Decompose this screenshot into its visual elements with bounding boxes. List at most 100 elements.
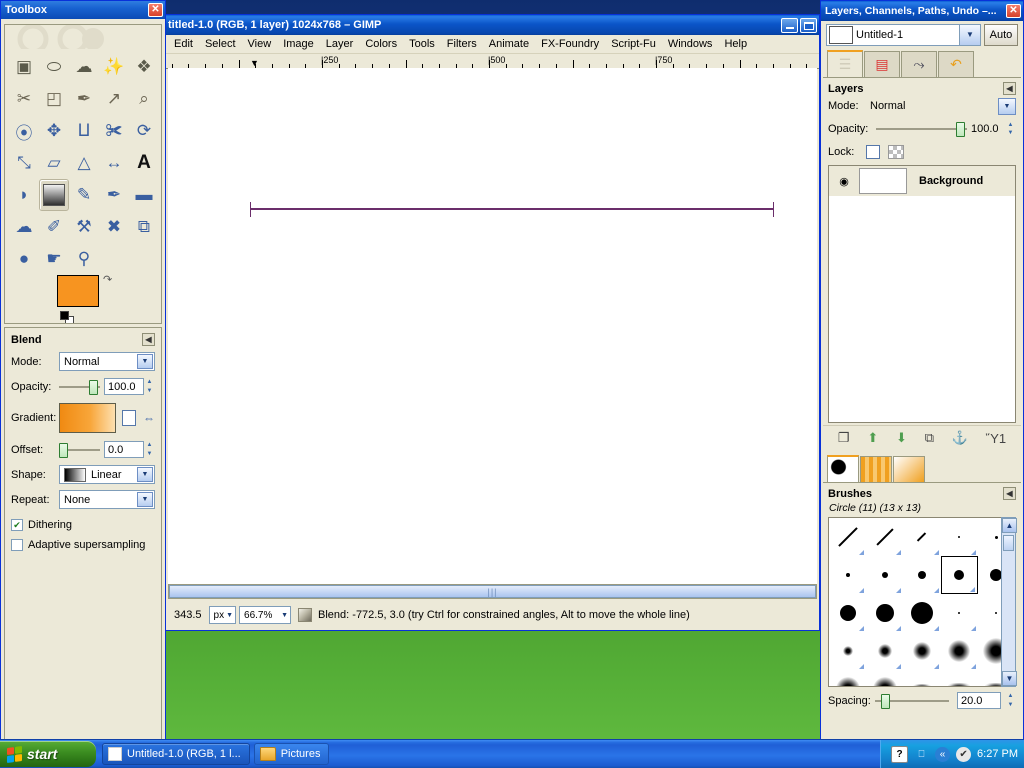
duplicate-layer-button[interactable]: ⧉	[925, 430, 934, 446]
heal-icon[interactable]: ✖	[99, 211, 129, 243]
swap-colors-icon[interactable]: ↷	[103, 273, 112, 286]
brush-cell[interactable]	[829, 556, 866, 594]
bucket-fill-icon[interactable]: ◗	[9, 179, 39, 211]
brush-cell[interactable]	[941, 632, 978, 670]
flip-icon[interactable]: ↔	[99, 147, 129, 179]
menu-edit[interactable]: Edit	[168, 37, 199, 51]
rotate-icon[interactable]: ⟳	[129, 115, 159, 147]
scissors-select-icon[interactable]: ✂	[9, 83, 39, 115]
eraser-icon[interactable]: ▬	[129, 179, 159, 211]
menu-fx-foundry[interactable]: FX-Foundry	[535, 37, 605, 51]
menu-select[interactable]: Select	[199, 37, 242, 51]
brush-cell[interactable]	[829, 594, 866, 632]
help-icon[interactable]: ?	[891, 745, 909, 763]
start-button[interactable]: start	[0, 741, 96, 767]
collapse-icon[interactable]: ◀	[1003, 487, 1016, 500]
dodge-burn-icon[interactable]: ⚲	[69, 243, 99, 275]
toolbox-title-bar[interactable]: Toolbox ✕	[1, 1, 165, 19]
clone-icon[interactable]: ⚒	[69, 211, 99, 243]
chevron-down-icon[interactable]: ▼	[137, 492, 153, 507]
spacing-stepper[interactable]: ▲ ▼	[1005, 692, 1016, 709]
chevron-down-icon[interactable]: ▼	[137, 354, 153, 369]
menu-view[interactable]: View	[242, 37, 278, 51]
brush-cell[interactable]	[866, 556, 903, 594]
gradient-select-button[interactable]	[121, 410, 136, 426]
anchor-layer-button[interactable]: ⚓	[952, 430, 968, 446]
collapse-icon[interactable]: ◀	[1003, 82, 1016, 95]
brush-cell[interactable]	[941, 594, 978, 632]
canvas-viewport[interactable]	[168, 68, 817, 595]
blend-repeat-select[interactable]: None ▼	[59, 490, 155, 509]
tab-patterns[interactable]	[860, 456, 892, 482]
blend-opacity-stepper[interactable]: ▲ ▼	[144, 378, 155, 395]
paths-icon[interactable]: ✒	[69, 83, 99, 115]
brush-cell[interactable]	[866, 594, 903, 632]
maximize-button[interactable]	[800, 17, 817, 33]
lower-layer-button[interactable]: ⬇	[896, 430, 907, 446]
menu-filters[interactable]: Filters	[441, 37, 483, 51]
blend-mode-select[interactable]: Normal ▼	[59, 352, 155, 371]
foreground-select-icon[interactable]: ◰	[39, 83, 69, 115]
clock[interactable]: 6:27 PM	[977, 748, 1018, 760]
measure-icon[interactable]: ⦿	[9, 115, 39, 147]
taskitem-gimp[interactable]: Untitled-1.0 (RGB, 1 l...	[102, 743, 250, 765]
layer-opacity-slider[interactable]	[876, 122, 967, 137]
tab-paths[interactable]: ⤳	[901, 51, 937, 77]
tab-gradients[interactable]	[893, 456, 925, 482]
paintbrush-icon[interactable]: ✒	[99, 179, 129, 211]
adaptive-supersampling-row[interactable]: Adaptive supersampling	[11, 539, 155, 551]
blend-opacity-slider[interactable]	[59, 379, 100, 395]
scroll-down-button[interactable]: ▼	[1002, 671, 1017, 686]
spacing-value[interactable]: 20.0	[957, 692, 1001, 709]
menu-animate[interactable]: Animate	[483, 37, 535, 51]
reverse-gradient-icon[interactable]: ⇔	[143, 411, 155, 425]
chevron-down-icon[interactable]: ▼	[959, 25, 980, 45]
crop-icon[interactable]: ✀	[99, 115, 129, 147]
foreground-color-swatch[interactable]	[57, 275, 99, 307]
menu-colors[interactable]: Colors	[359, 37, 403, 51]
blend-offset-stepper[interactable]: ▲ ▼	[144, 441, 155, 458]
menu-script-fu[interactable]: Script-Fu	[605, 37, 662, 51]
menu-windows[interactable]: Windows	[662, 37, 719, 51]
close-icon[interactable]: ✕	[1006, 4, 1021, 18]
network-icon[interactable]: ⎕	[914, 747, 929, 762]
pencil-icon[interactable]: ✎	[69, 179, 99, 211]
text-icon[interactable]: A	[129, 147, 159, 179]
brush-cell[interactable]	[903, 632, 940, 670]
brush-cell[interactable]	[829, 518, 866, 556]
color-picker-icon[interactable]: ↗	[99, 83, 129, 115]
ink-icon[interactable]: ✐	[39, 211, 69, 243]
dock-title-bar[interactable]: Layers, Channels, Paths, Undo –... ✕	[821, 1, 1023, 21]
scrollbar-thumb[interactable]: |||	[169, 585, 816, 598]
perspective-icon[interactable]: △	[69, 147, 99, 179]
chevron-down-icon[interactable]: ▼	[137, 467, 153, 482]
brush-cell[interactable]	[866, 518, 903, 556]
fuzzy-select-icon[interactable]: ✨	[99, 51, 129, 83]
shear-icon[interactable]: ▱	[39, 147, 69, 179]
spacing-slider[interactable]	[874, 693, 949, 709]
adaptive-supersampling-checkbox[interactable]	[11, 539, 23, 551]
minimize-button[interactable]	[781, 17, 798, 33]
taskitem-pictures[interactable]: Pictures	[253, 743, 330, 765]
show-hidden-icons-button[interactable]: «	[935, 746, 951, 762]
brush-cell[interactable]	[903, 594, 940, 632]
chevron-down-icon[interactable]: ▼	[998, 97, 1016, 115]
brush-cell[interactable]	[940, 556, 978, 594]
tab-brushes[interactable]	[827, 455, 859, 482]
brush-scrollbar[interactable]: ▲ ▼	[1001, 517, 1017, 687]
default-colors-icon[interactable]	[60, 311, 74, 323]
delete-layer-button[interactable]: Ὕ1	[986, 431, 1006, 446]
move-icon[interactable]: ✥	[39, 115, 69, 147]
brush-cell[interactable]	[866, 670, 903, 686]
menu-layer[interactable]: Layer	[320, 37, 360, 51]
free-select-icon[interactable]: ☁	[69, 51, 99, 83]
blur-sharpen-icon[interactable]: ●	[9, 243, 39, 275]
raise-layer-button[interactable]: ⬆	[867, 430, 878, 446]
menu-tools[interactable]: Tools	[403, 37, 441, 51]
blend-offset-slider[interactable]	[59, 442, 100, 458]
brush-scroll-thumb[interactable]	[1003, 535, 1014, 551]
volume-icon[interactable]: ✔	[956, 746, 972, 762]
lock-pixels-icon[interactable]	[888, 145, 904, 159]
brush-cell[interactable]	[829, 670, 866, 686]
tab-undo-history[interactable]: ↶	[938, 51, 974, 77]
